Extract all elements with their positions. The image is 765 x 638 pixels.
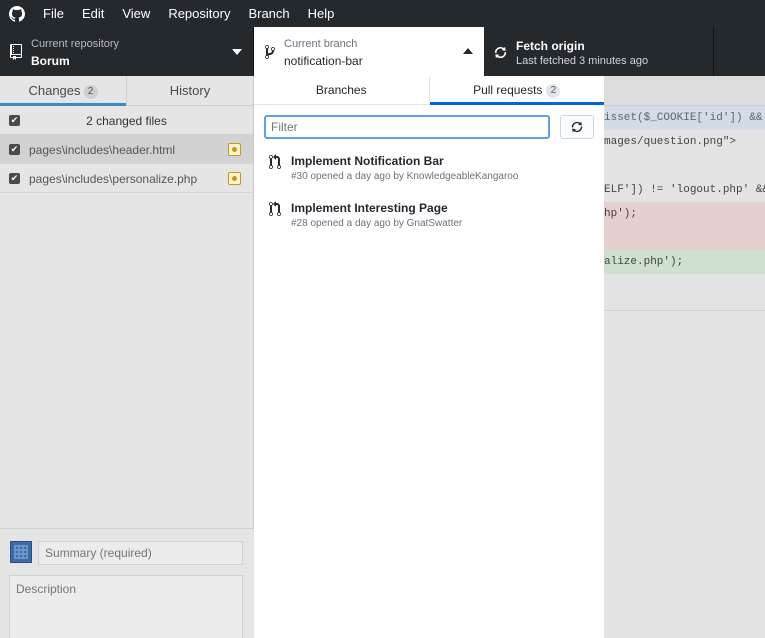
filter-input[interactable] [264, 115, 550, 139]
menu-bar: File Edit View Repository Branch Help [0, 0, 765, 27]
changed-files-count: 2 changed files [86, 114, 167, 128]
file-row[interactable]: ✔ pages\includes\header.html [0, 135, 253, 164]
sync-icon [494, 46, 507, 59]
pull-request-count-badge: 2 [546, 84, 561, 98]
menu-repository[interactable]: Repository [159, 0, 239, 27]
popover-tabs: Branches Pull requests 2 [254, 76, 604, 105]
menu-edit[interactable]: Edit [73, 0, 113, 27]
pull-request-icon [269, 154, 281, 169]
pull-request-icon [269, 201, 281, 216]
tab-history[interactable]: History [127, 76, 253, 105]
code-line-deleted: hp'); [604, 202, 765, 226]
chevron-up-icon [463, 48, 473, 54]
toolbar: Current repository Borum Current branch … [0, 27, 765, 76]
code-line: ELF']) != 'logout.php' && L [604, 184, 765, 196]
branch-name: notification-bar [284, 54, 363, 68]
repository-name: Borum [31, 54, 70, 68]
modified-icon [228, 143, 241, 156]
pull-request-title: Implement Interesting Page [291, 201, 448, 215]
code-line: mages/question.png"> [604, 136, 737, 148]
modified-icon [228, 172, 241, 185]
repository-label: Current repository [31, 38, 120, 50]
tab-changes-label: Changes [28, 83, 81, 98]
repository-icon [10, 44, 22, 60]
pull-request-item[interactable]: Implement Notification Bar #30 opened a … [254, 145, 604, 192]
diff-divider [604, 310, 765, 311]
changes-count-badge: 2 [83, 85, 98, 99]
code-line-deleted [604, 226, 765, 250]
refresh-icon [571, 121, 583, 133]
file-name: pages\includes\personalize.php [29, 172, 198, 186]
diff-header [604, 76, 765, 106]
fetch-origin-button[interactable]: Fetch origin Last fetched 3 minutes ago [484, 27, 714, 76]
current-repository-button[interactable]: Current repository Borum [0, 27, 254, 76]
pull-request-subtitle: #30 opened a day ago by KnowledgeableKan… [291, 171, 519, 182]
github-logo-icon [0, 0, 34, 27]
commit-form [0, 528, 254, 638]
code-line-added: alize.php'); [604, 250, 765, 274]
menu-branch[interactable]: Branch [239, 0, 298, 27]
code-line: isset($_COOKIE['id']) && in [604, 106, 765, 130]
changes-sidebar: Changes 2 History ✔ 2 changed files ✔ pag… [0, 76, 254, 638]
branch-icon [265, 44, 275, 59]
last-fetched-text: Last fetched 3 minutes ago [516, 55, 649, 67]
changed-files-header: ✔ 2 changed files [0, 106, 253, 135]
file-row[interactable]: ✔ pages\includes\personalize.php [0, 164, 253, 193]
branch-popover: Branches Pull requests2 Implement Notifi… [254, 76, 604, 638]
file-name: pages\includes\header.html [29, 143, 176, 157]
file-checkbox[interactable]: ✔ [9, 173, 20, 184]
menu-view[interactable]: View [113, 0, 159, 27]
tab-changes[interactable]: Changes 2 [0, 76, 127, 106]
menu-file[interactable]: File [34, 0, 73, 27]
fetch-label: Fetch origin [516, 39, 585, 53]
pull-request-item[interactable]: Implement Interesting Page #28 opened a … [254, 192, 604, 239]
pull-request-title: Implement Notification Bar [291, 154, 444, 168]
branch-label: Current branch [284, 38, 358, 50]
tab-branches[interactable]: Branches [254, 76, 430, 104]
sidebar-tabs: Changes 2 History [0, 76, 253, 106]
description-input[interactable] [9, 575, 243, 638]
refresh-button[interactable] [560, 115, 594, 139]
avatar [10, 541, 32, 563]
chevron-down-icon [232, 49, 242, 55]
tab-pull-requests-label: Pull requests [473, 83, 543, 97]
current-branch-button[interactable]: Current branch notification-bar [254, 27, 484, 76]
tab-pull-requests[interactable]: Pull requests 2 [429, 76, 605, 105]
pull-request-subtitle: #28 opened a day ago by GnatSwatter [291, 218, 463, 229]
summary-input[interactable] [38, 541, 243, 565]
menu-help[interactable]: Help [299, 0, 344, 27]
filter-row [254, 105, 604, 145]
file-checkbox[interactable]: ✔ [9, 144, 20, 155]
diff-view: isset($_COOKIE['id']) && in mages/questi… [604, 76, 765, 638]
